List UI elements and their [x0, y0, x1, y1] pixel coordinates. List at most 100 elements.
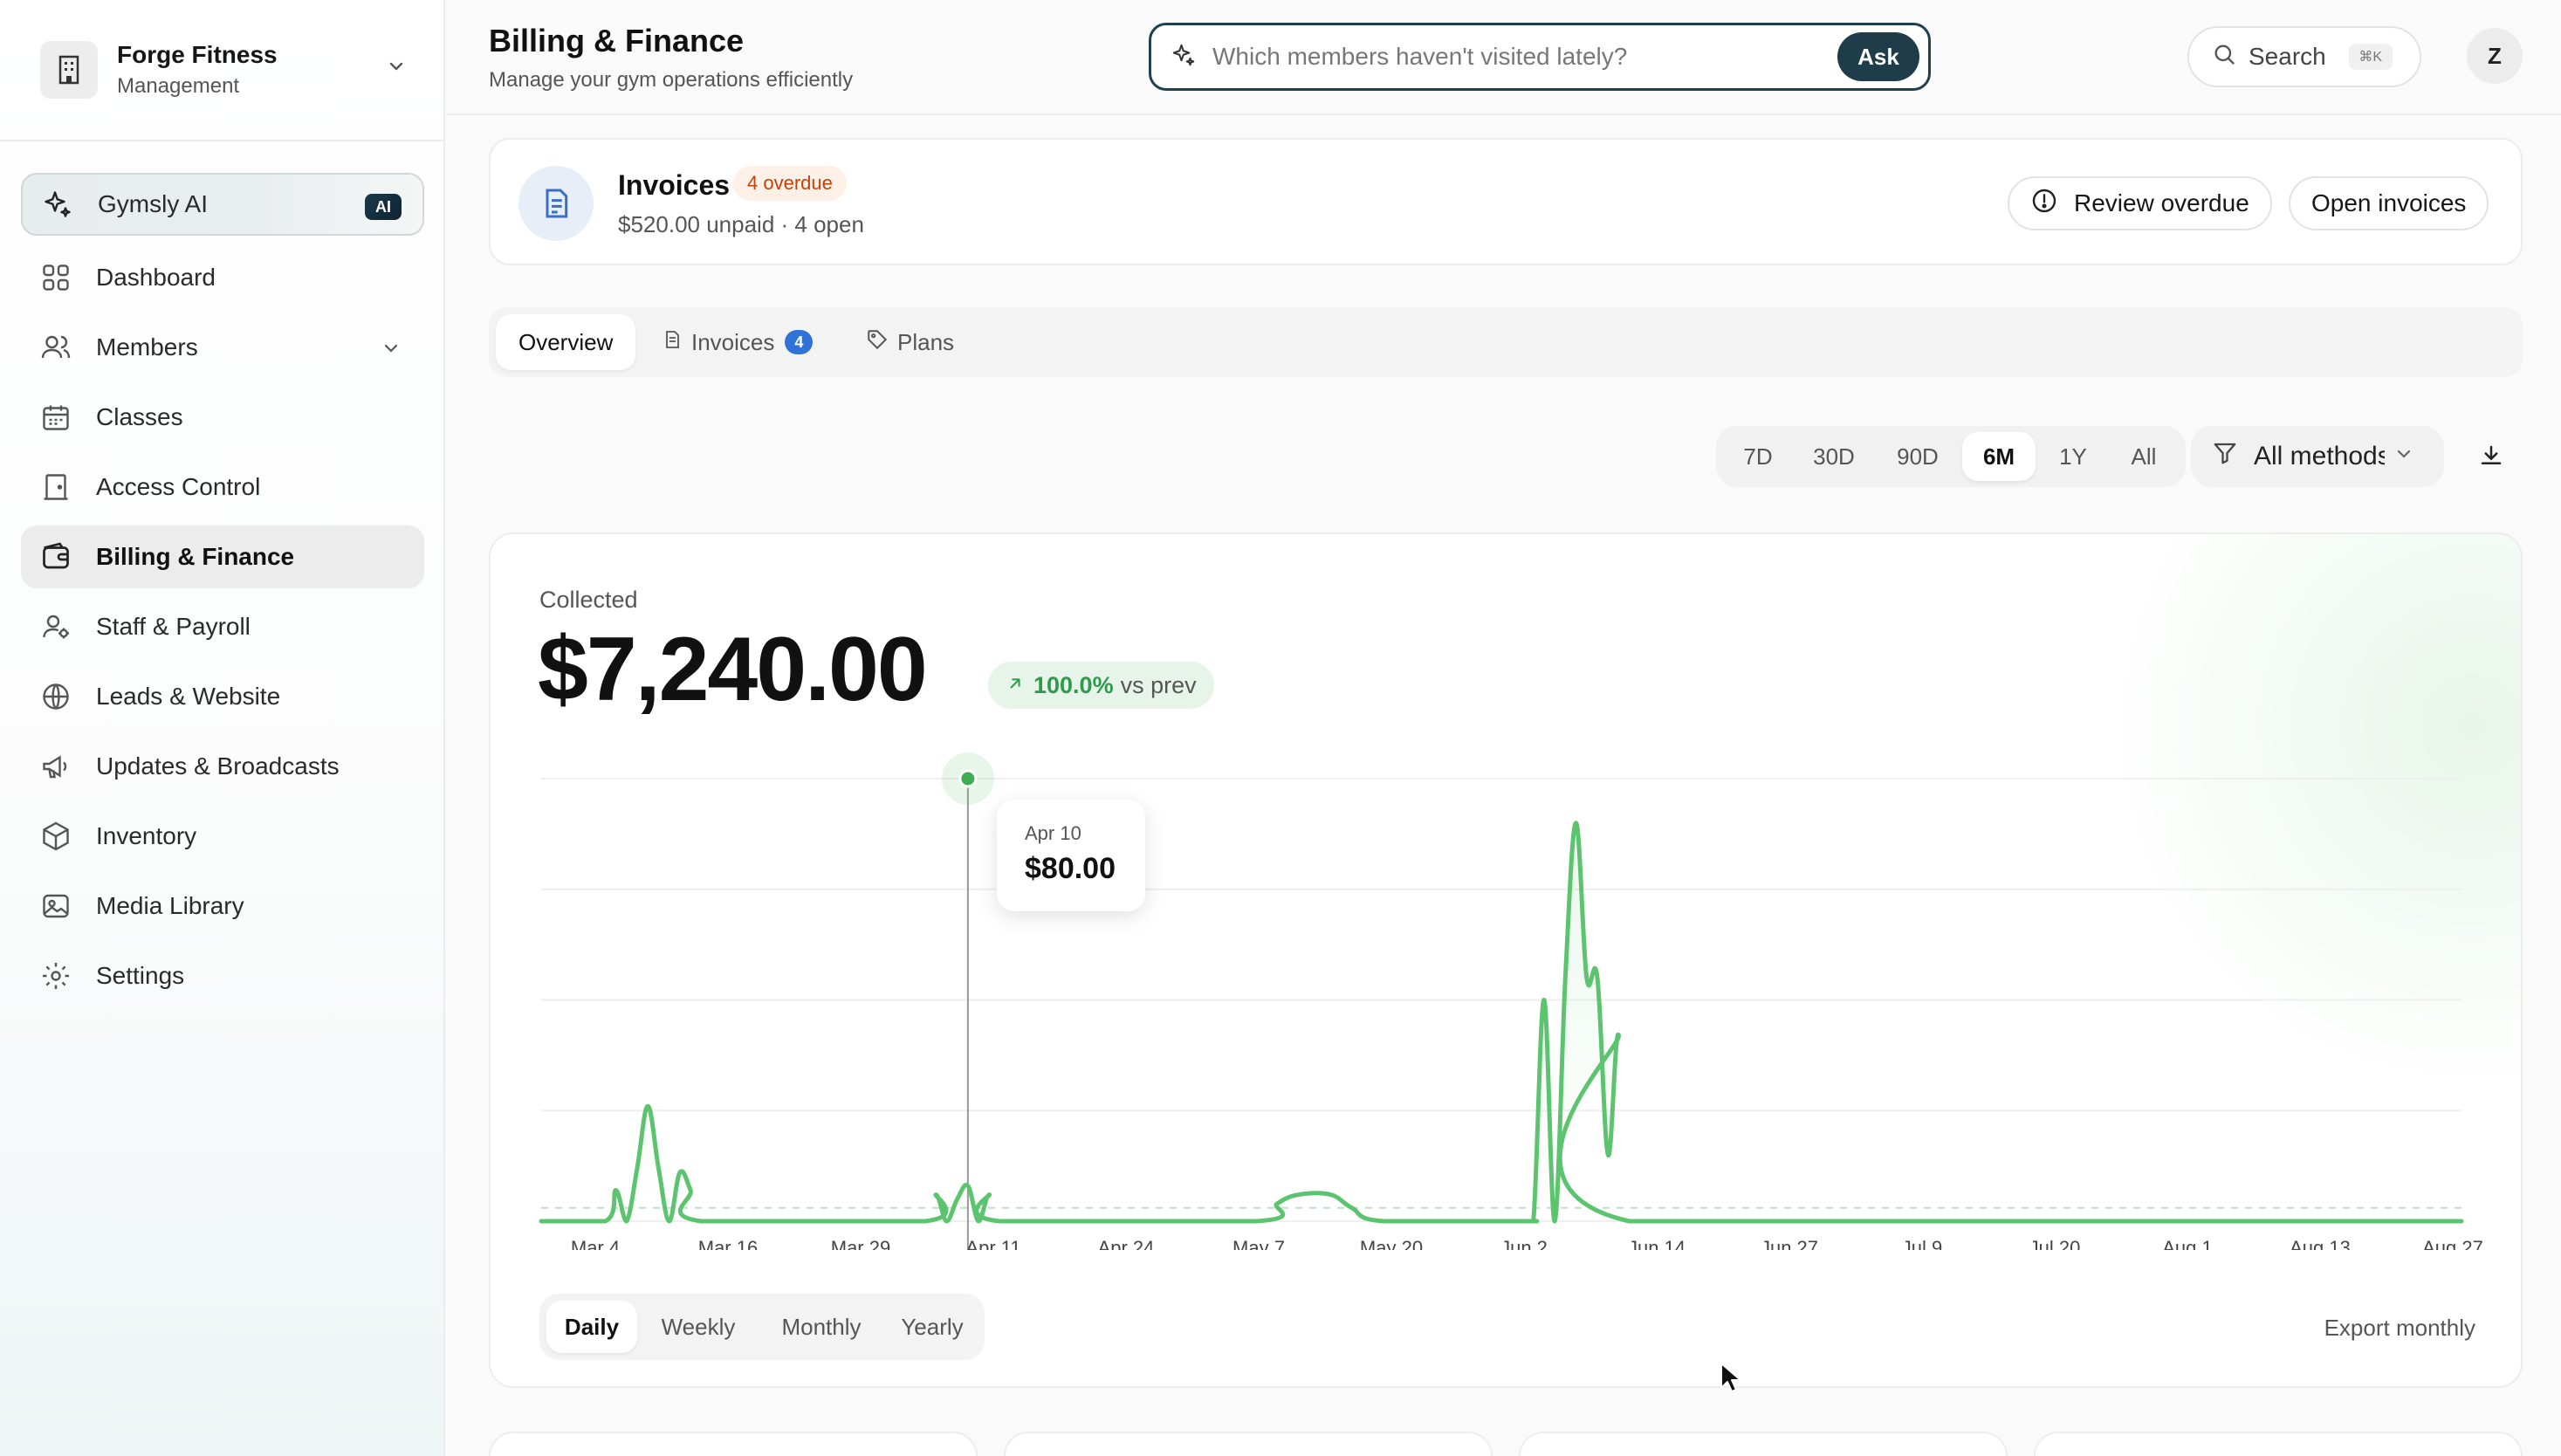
sidebar-item-access-control[interactable]: Access Control — [21, 456, 424, 519]
sidebar-item-label: Members — [96, 333, 198, 361]
invoices-title: Invoices — [618, 169, 731, 201]
open-invoices-label: Open invoices — [2311, 189, 2467, 216]
sidebar-item-dashboard[interactable]: Dashboard — [21, 246, 424, 309]
range-1y[interactable]: 1Y — [2039, 432, 2107, 481]
open-invoices-button[interactable]: Open invoices — [2289, 176, 2489, 230]
download-button[interactable] — [2472, 438, 2510, 477]
tab-label: Invoices — [691, 328, 775, 355]
ai-badge: AI — [365, 194, 402, 220]
range-all[interactable]: All — [2109, 432, 2179, 481]
range-90d[interactable]: 90D — [1878, 432, 1957, 481]
x-tick-label: Jul 9 — [1902, 1237, 1942, 1250]
export-monthly-link[interactable]: Export monthly — [2324, 1315, 2475, 1342]
mouse-cursor-icon — [1720, 1362, 1742, 1398]
collected-line-chart[interactable]: Mar 4 Mar 16 Mar 29 Apr 11 Apr 24 May 7 May 20… — [491, 752, 2523, 1250]
sidebar-item-settings[interactable]: Settings — [21, 944, 424, 1007]
filter-icon — [2212, 440, 2238, 473]
arrow-up-right-icon — [1006, 672, 1025, 699]
x-tick-label: Mar 4 — [571, 1237, 620, 1250]
range-7d[interactable]: 7D — [1725, 432, 1791, 481]
collected-value: $7,240.00 — [538, 619, 928, 720]
page-subtitle: Manage your gym operations efficiently — [489, 68, 854, 92]
door-icon — [38, 470, 73, 505]
sidebar-item-gymsly-ai[interactable]: Gymsly AI AI — [21, 173, 424, 236]
summary-card — [1004, 1432, 1493, 1456]
sidebar-item-media-library[interactable]: Media Library — [21, 875, 424, 937]
x-tick-label: May 20 — [1360, 1237, 1423, 1250]
sidebar-item-classes[interactable]: Classes — [21, 386, 424, 449]
tab-bar: Overview Invoices 4 Plans — [489, 307, 2523, 377]
image-icon — [38, 889, 73, 924]
sidebar: Forge Fitness Management Gymsly AI AI Da… — [0, 0, 445, 1456]
sidebar-divider — [0, 140, 445, 141]
x-tick-label: Aug 27 — [2422, 1237, 2483, 1250]
invoices-summary-card: Invoices 4 overdue $520.00 unpaid · 4 op… — [489, 138, 2523, 265]
ai-ask-bar: Ask — [1149, 23, 1931, 91]
megaphone-icon — [38, 749, 73, 784]
sidebar-item-leads-website[interactable]: Leads & Website — [21, 665, 424, 728]
globe-icon — [38, 679, 73, 714]
sidebar-item-billing-finance[interactable]: Billing & Finance — [21, 525, 424, 588]
wallet-icon — [38, 539, 73, 574]
invoice-icon — [518, 166, 594, 241]
sidebar-item-updates-broadcasts[interactable]: Updates & Broadcasts — [21, 735, 424, 798]
chevron-down-icon — [2393, 442, 2414, 471]
search-label: Search — [2249, 43, 2326, 70]
chart-tooltip: Apr 10 $80.00 — [997, 800, 1145, 911]
x-tick-label: Jun 14 — [1628, 1237, 1686, 1250]
sidebar-item-label: Media Library — [96, 892, 244, 919]
chart-area-fill — [541, 822, 2461, 1221]
tab-overview[interactable]: Overview — [496, 314, 636, 370]
grid-icon — [38, 260, 73, 295]
sidebar-item-members[interactable]: Members — [21, 316, 424, 379]
invoices-count-badge: 4 — [785, 330, 814, 354]
chevron-down-icon[interactable] — [381, 337, 402, 365]
review-overdue-label: Review overdue — [2074, 189, 2249, 216]
summary-card — [489, 1432, 978, 1456]
overdue-badge: 4 overdue — [733, 166, 847, 201]
chart-hover-point — [958, 769, 978, 788]
sparkles-icon — [1171, 42, 1197, 72]
tab-invoices[interactable]: Invoices 4 — [639, 314, 835, 370]
sidebar-item-label: Billing & Finance — [96, 543, 295, 570]
alert-circle-icon — [2030, 187, 2058, 221]
summary-card — [2034, 1432, 2523, 1456]
delta-percent: 100.0% — [1033, 671, 1114, 698]
collected-label: Collected — [539, 587, 638, 613]
tooltip-date: Apr 10 — [1025, 822, 1081, 844]
granularity-daily[interactable]: Daily — [546, 1301, 637, 1353]
invoices-summary: $520.00 unpaid · 4 open — [618, 211, 864, 237]
granularity-monthly[interactable]: Monthly — [759, 1301, 883, 1353]
ask-button[interactable]: Ask — [1837, 32, 1919, 81]
org-name: Forge Fitness — [117, 41, 278, 68]
tab-plans[interactable]: Plans — [843, 314, 977, 370]
range-6m[interactable]: 6M — [1962, 432, 2036, 481]
search-icon — [2212, 42, 2236, 72]
sidebar-item-label: Updates & Broadcasts — [96, 752, 340, 780]
x-tick-label: Jul 20 — [2029, 1237, 2081, 1250]
tab-label: Overview — [518, 328, 614, 355]
sidebar-item-label: Staff & Payroll — [96, 613, 251, 640]
range-30d[interactable]: 30D — [1795, 432, 1873, 481]
granularity-weekly[interactable]: Weekly — [642, 1301, 754, 1353]
sidebar-item-label: Classes — [96, 403, 183, 430]
chevron-down-icon — [386, 56, 407, 81]
avatar[interactable]: Z — [2467, 28, 2523, 84]
org-switcher[interactable]: Forge Fitness Management — [21, 26, 414, 113]
ai-ask-input[interactable] — [1212, 43, 1841, 71]
sidebar-item-label: Gymsly AI — [98, 190, 209, 217]
sidebar-item-inventory[interactable]: Inventory — [21, 805, 424, 868]
building-icon — [40, 41, 98, 99]
payment-method-filter[interactable]: All methods — [2191, 426, 2444, 487]
review-overdue-button[interactable]: Review overdue — [2008, 176, 2272, 230]
granularity-yearly[interactable]: Yearly — [887, 1301, 978, 1353]
granularity-selector: Daily Weekly Monthly Yearly — [539, 1294, 985, 1360]
users-icon — [38, 330, 73, 365]
search-button[interactable]: Search ⌘K — [2187, 26, 2421, 87]
sidebar-item-label: Settings — [96, 962, 185, 989]
x-tick-label: May 7 — [1232, 1237, 1285, 1250]
search-shortcut: ⌘K — [2348, 44, 2393, 70]
x-tick-label: Jun 27 — [1761, 1237, 1818, 1250]
x-tick-label: Aug 1 — [2162, 1237, 2213, 1250]
sidebar-item-staff-payroll[interactable]: Staff & Payroll — [21, 595, 424, 658]
